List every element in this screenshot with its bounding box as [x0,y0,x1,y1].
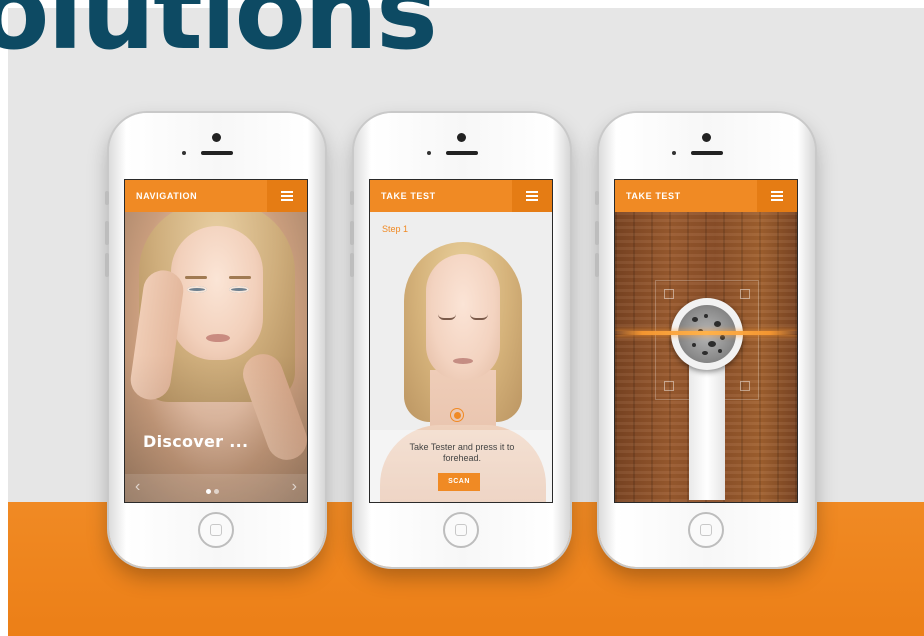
left-eye [187,286,207,293]
lips [206,334,230,342]
front-camera [702,133,711,142]
target-dot [453,411,461,419]
app-bar: TAKE TEST [615,180,797,212]
volume-down-button [595,253,599,277]
frame-corner [740,289,750,299]
chevron-right-icon[interactable]: › [292,478,297,496]
home-button[interactable] [198,512,234,548]
right-eyebrow [229,276,251,279]
hamburger-menu-icon[interactable] [512,180,552,212]
front-camera [457,133,466,142]
mute-switch [350,191,354,205]
sample-speck [714,321,721,327]
instruction-text: Take Tester and press it to forehead. [409,442,515,463]
hamburger-menu-icon[interactable] [757,180,797,212]
screen-navigation: Discover ... ‹ › NAVIGATION [124,179,308,503]
marketing-banner: olutions Discover ... ‹ › NAVIGATION Ste… [0,0,924,636]
sample-speck [720,335,725,340]
carousel-controls: ‹ › [125,474,307,502]
hamburger-menu-icon[interactable] [267,180,307,212]
frame-corner [664,289,674,299]
proximity-sensor [427,151,431,155]
sample-speck [692,343,696,347]
volume-up-button [595,221,599,245]
right-eye [229,286,249,293]
frame-corner [740,381,750,391]
sample-speck [718,349,722,353]
phone-take-test: Step 1 Take Tester and press it to foreh… [350,113,570,567]
phone-take-test-scan: TAKE TEST [595,113,815,567]
chevron-left-icon[interactable]: ‹ [135,478,140,496]
mute-switch [595,191,599,205]
front-camera [212,133,221,142]
lips [453,358,473,364]
home-button[interactable] [688,512,724,548]
volume-down-button [105,253,109,277]
proximity-sensor [672,151,676,155]
mute-switch [105,191,109,205]
carousel-dot-2[interactable] [214,489,219,494]
earpiece [446,151,478,155]
volume-up-button [350,221,354,245]
carousel-dot-1[interactable] [206,489,211,494]
left-eyebrow [185,276,207,279]
face [171,226,263,360]
home-button[interactable] [443,512,479,548]
scan-line [615,331,797,335]
step-label: Step 1 [382,224,409,234]
app-bar-title: TAKE TEST [381,191,436,201]
app-bar-title: NAVIGATION [136,191,198,201]
left-eye-closed [438,314,456,320]
sample-speck [708,341,716,347]
volume-up-button [105,221,109,245]
sample-speck [704,314,708,318]
earpiece [691,151,723,155]
screen-take-test: Step 1 Take Tester and press it to foreh… [369,179,553,503]
screen-scanning: TAKE TEST [614,179,798,503]
instruction-panel [370,430,552,502]
earpiece [201,151,233,155]
app-bar: NAVIGATION [125,180,307,212]
proximity-sensor [182,151,186,155]
right-eye-closed [470,314,488,320]
app-bar-title: TAKE TEST [626,191,681,201]
hero-text: Discover ... [143,432,249,451]
volume-down-button [350,253,354,277]
sample-speck [702,351,708,355]
app-bar: TAKE TEST [370,180,552,212]
scan-button[interactable]: SCAN [438,473,480,491]
frame-corner [664,381,674,391]
hero-photo [125,202,307,502]
sample-speck [692,317,698,322]
headline: olutions [0,0,438,73]
face [426,254,500,380]
phone-navigation: Discover ... ‹ › NAVIGATION [105,113,325,567]
